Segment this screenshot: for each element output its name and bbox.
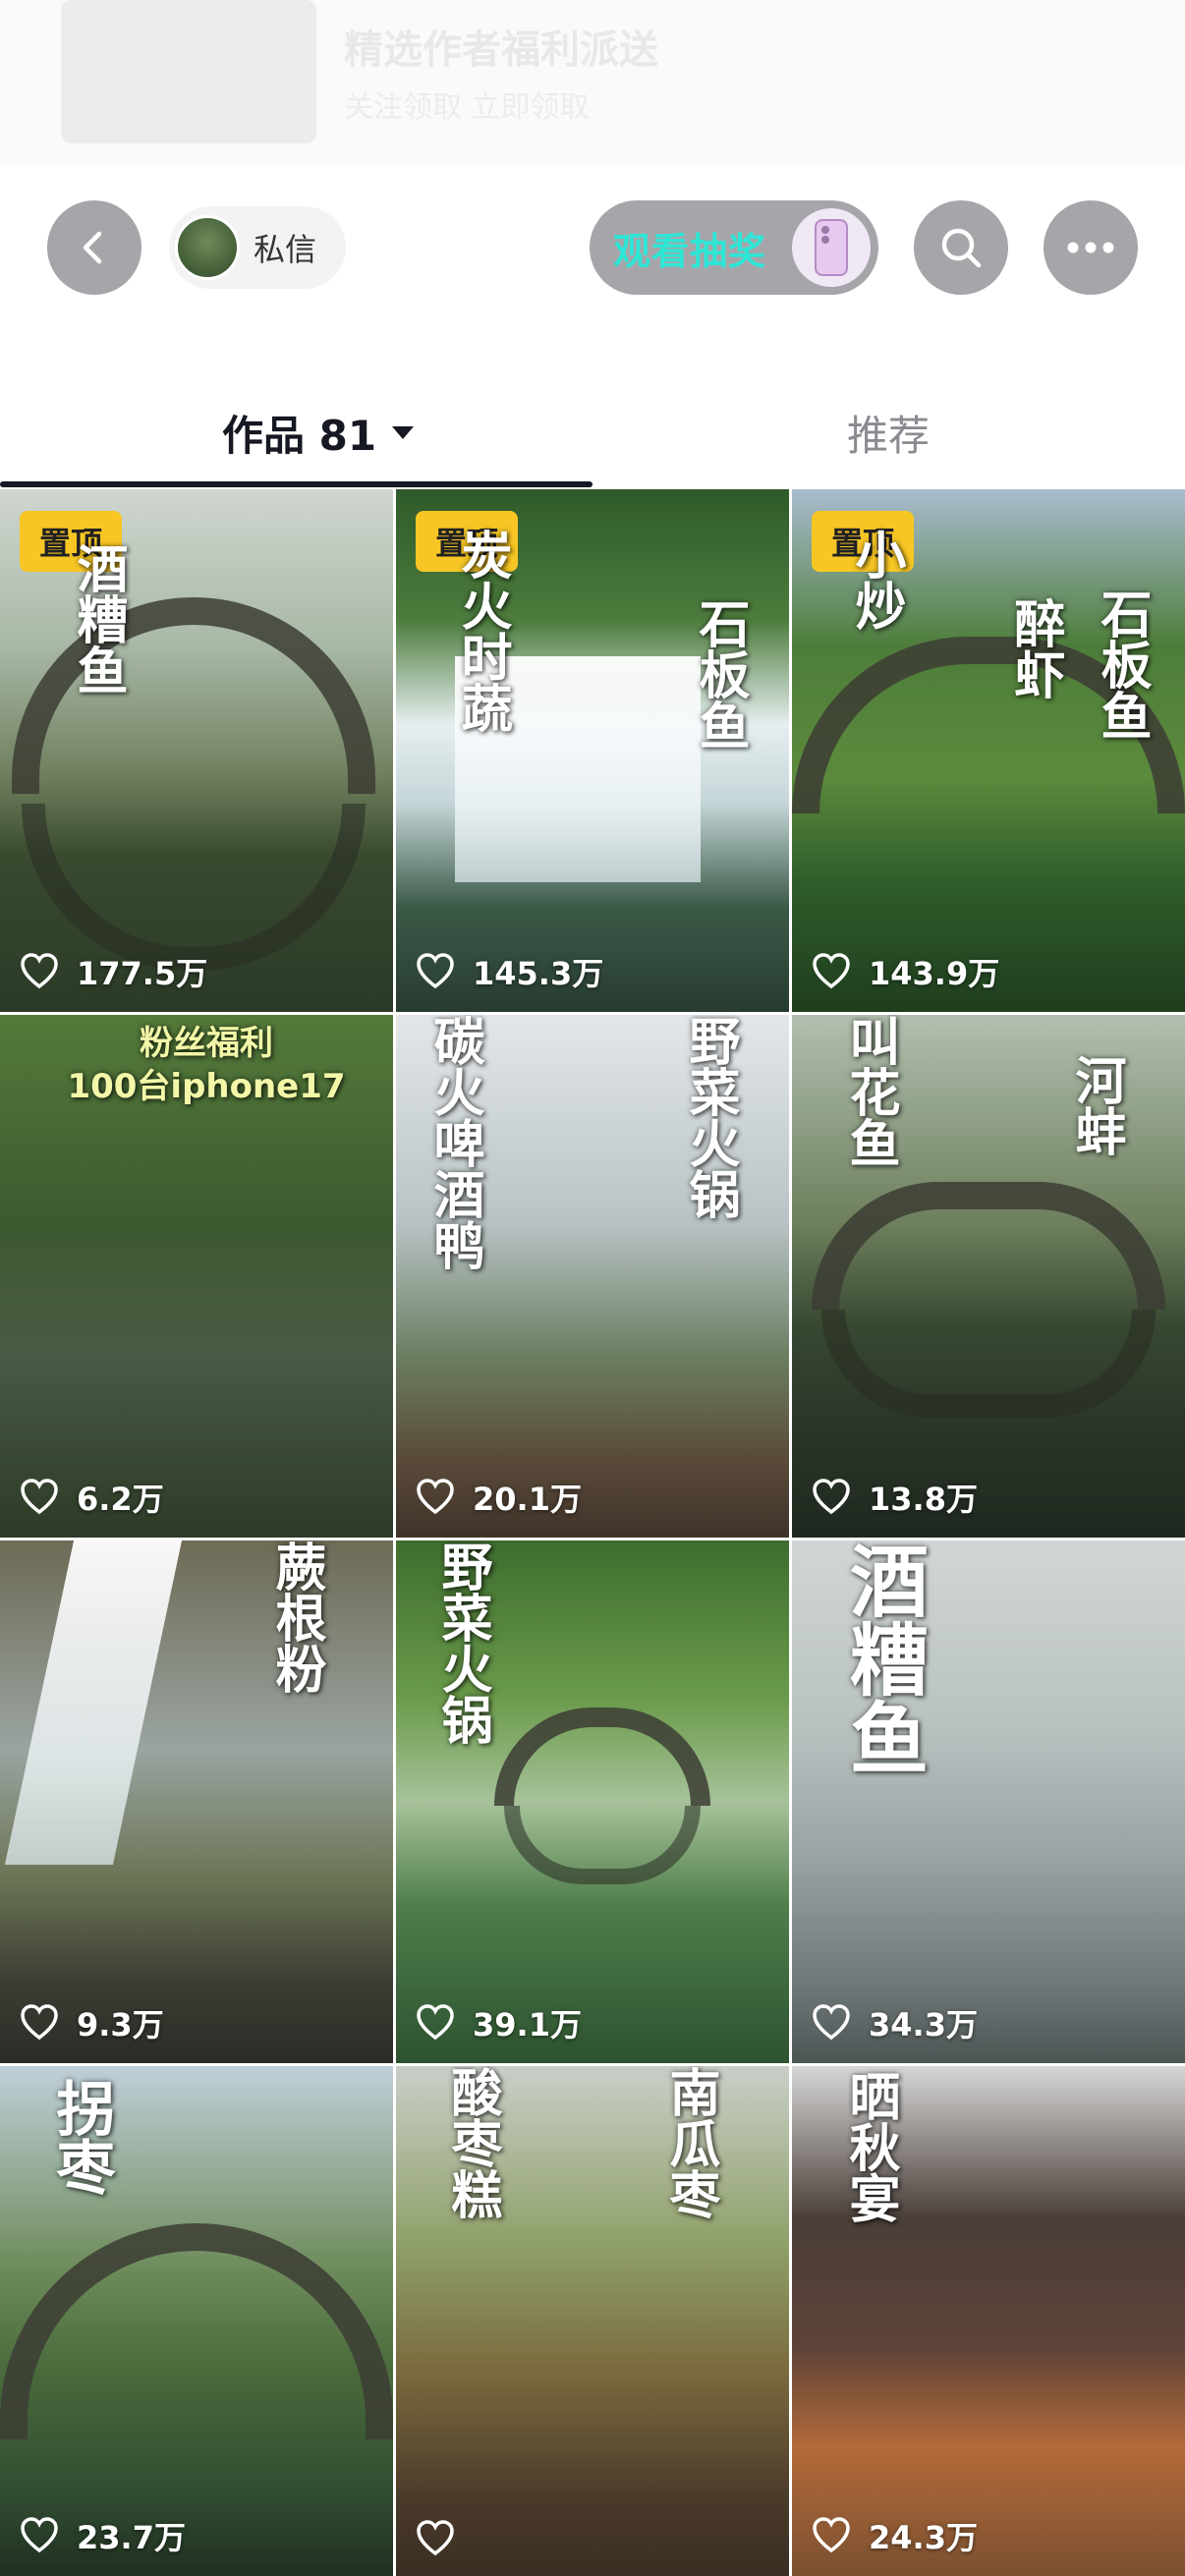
banner-title: 精选作者福利派送 <box>344 28 658 73</box>
like-count: 24.3万 <box>812 2513 978 2558</box>
like-count: 145.3万 <box>416 949 603 994</box>
bridge-shape <box>494 1708 710 1806</box>
heart-icon <box>21 953 58 989</box>
video-caption: 南瓜枣 <box>660 2066 720 2219</box>
video-tile[interactable]: 置顶 炭火时蔬 石板鱼 145.3万 <box>396 489 789 1012</box>
phone-prize-icon <box>792 208 871 287</box>
bridge-reflection <box>821 1310 1156 1418</box>
message-button[interactable]: 私信 <box>169 206 346 289</box>
heart-icon <box>21 1479 58 1515</box>
video-caption: 蕨根粉 <box>266 1540 326 1694</box>
video-caption: 野菜火锅 <box>432 1540 492 1745</box>
like-count-value: 23.7万 <box>77 2519 186 2556</box>
bridge-shape <box>0 2223 393 2439</box>
search-button[interactable] <box>914 200 1008 295</box>
heart-icon <box>813 1479 850 1515</box>
tab-indicator <box>0 481 592 487</box>
heart-icon <box>813 953 850 989</box>
video-caption: 晒秋宴 <box>840 2070 900 2223</box>
more-button[interactable] <box>1044 200 1138 295</box>
heart-icon <box>813 2517 850 2553</box>
like-count-value: 13.8万 <box>869 1481 978 1518</box>
video-caption: 醉虾 <box>1005 597 1065 700</box>
caret-down-icon <box>392 425 415 439</box>
more-dots-icon <box>1067 242 1114 253</box>
video-caption: 拐枣 <box>46 2078 115 2196</box>
search-icon <box>941 228 982 268</box>
tab-recommend[interactable]: 推荐 <box>847 403 930 462</box>
video-caption: 野菜火锅 <box>680 1015 740 1219</box>
video-caption: 石板鱼 <box>690 597 750 751</box>
video-caption: 小炒 <box>846 529 906 631</box>
message-label: 私信 <box>254 231 317 268</box>
heart-icon <box>417 2004 454 2041</box>
back-button[interactable] <box>47 200 141 295</box>
like-count: 9.3万 <box>20 2000 164 2045</box>
video-tile[interactable]: 晒秋宴 24.3万 <box>792 2066 1185 2576</box>
video-caption: 酒糟鱼 <box>68 542 128 696</box>
bridge-shape <box>812 1182 1165 1310</box>
video-caption: 酒糟鱼 <box>837 1540 930 1776</box>
video-tile[interactable]: 蕨根粉 9.3万 <box>0 1540 393 2063</box>
bridge-reflection <box>22 804 366 971</box>
like-count: 13.8万 <box>812 1475 978 1520</box>
chevron-left-icon <box>83 231 102 264</box>
video-caption: 碳火啤酒鸭 <box>424 1015 484 1270</box>
like-count-value: 143.9万 <box>869 955 1000 992</box>
bridge-shape <box>12 597 375 794</box>
video-caption: 炭火时蔬 <box>452 529 512 733</box>
heart-icon <box>417 2520 454 2556</box>
avatar <box>175 215 240 280</box>
video-tile[interactable]: 拐枣 23.7万 <box>0 2066 393 2576</box>
heart-icon <box>21 2004 58 2041</box>
like-count: 177.5万 <box>20 949 207 994</box>
like-count: 20.1万 <box>416 1475 582 1520</box>
video-tile[interactable]: 置顶 小炒 醉虾 石板鱼 143.9万 <box>792 489 1185 1012</box>
like-count-value: 6.2万 <box>77 1481 164 1518</box>
video-tile[interactable]: 叫花鱼 河蚌 13.8万 <box>792 1015 1185 1538</box>
banner-thumbnail <box>61 0 316 143</box>
profile-tabs: 作品 81 推荐 <box>0 373 1185 491</box>
heart-icon <box>21 2517 58 2553</box>
video-caption: 石板鱼 <box>1092 588 1152 741</box>
video-tile[interactable]: 酒糟鱼 34.3万 <box>792 1540 1185 2063</box>
like-count: 23.7万 <box>20 2513 186 2558</box>
top-action-bar: 私信 观看抽奖 <box>0 195 1185 303</box>
video-caption: 100台iphone17 <box>67 1067 346 1106</box>
like-count-value: 24.3万 <box>869 2519 978 2556</box>
like-count-value: 177.5万 <box>77 955 208 992</box>
heart-icon <box>417 953 454 989</box>
video-caption: 酸枣糕 <box>442 2066 502 2219</box>
like-count-value: 39.1万 <box>473 2006 582 2044</box>
lottery-label: 观看抽奖 <box>613 229 767 273</box>
tab-recommend-label: 推荐 <box>847 411 931 460</box>
banner-subtitle: 关注领取 立即领取 <box>344 90 590 125</box>
like-count-value: 20.1万 <box>473 1481 582 1518</box>
video-tile[interactable]: 置顶 酒糟鱼 177.5万 <box>0 489 393 1012</box>
like-count: 6.2万 <box>20 1475 164 1520</box>
video-tile[interactable]: 碳火啤酒鸭 野菜火锅 20.1万 <box>396 1015 789 1538</box>
video-tile[interactable]: 粉丝福利 100台iphone17 6.2万 <box>0 1015 393 1538</box>
header-banner: 精选作者福利派送 关注领取 立即领取 <box>0 0 1185 167</box>
like-count-value: 145.3万 <box>473 955 604 992</box>
like-count-value: 9.3万 <box>77 2006 164 2044</box>
video-tile[interactable]: 野菜火锅 39.1万 <box>396 1540 789 2063</box>
tab-works-label: 作品 81 <box>222 411 377 460</box>
bridge-reflection <box>504 1806 701 1884</box>
tab-works[interactable]: 作品 81 <box>222 403 415 462</box>
like-count <box>416 2519 473 2558</box>
like-count: 39.1万 <box>416 2000 582 2045</box>
video-caption: 叫花鱼 <box>840 1015 900 1168</box>
heart-icon <box>417 1479 454 1515</box>
waterfall-shape <box>4 1540 183 1865</box>
video-caption: 河蚌 <box>1066 1054 1126 1156</box>
like-count: 34.3万 <box>812 2000 978 2045</box>
like-count: 143.9万 <box>812 949 999 994</box>
like-count-value: 34.3万 <box>869 2006 978 2044</box>
heart-icon <box>813 2004 850 2041</box>
video-tile[interactable]: 酸枣糕 南瓜枣 <box>396 2066 789 2576</box>
video-caption: 粉丝福利 <box>140 1024 273 1063</box>
watch-lottery-button[interactable]: 观看抽奖 <box>590 200 878 295</box>
